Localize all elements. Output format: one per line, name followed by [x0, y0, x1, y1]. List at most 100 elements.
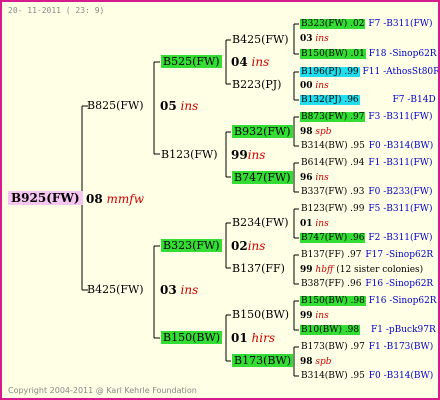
pedigree-frame: 20- 11-2011 ( 23: 9) B925(FW) 08 mmfw B8…	[2, 2, 438, 398]
g4-code-12: B123(FW) .99	[301, 204, 365, 214]
g4-right-6: F3 -B311(FW)	[368, 112, 433, 122]
g2-gen-0: 04	[231, 55, 248, 69]
g3-node-2[interactable]: B932(FW)	[232, 125, 293, 139]
g4-row-21[interactable]: B173(BW) .97 F1 -B173(BW)	[300, 341, 433, 353]
g4-gen-16: 99	[300, 265, 313, 275]
g1-mark-0: ins	[180, 99, 199, 113]
g3-node-7[interactable]: B173(BW)	[232, 354, 294, 368]
g4-code-17: B387(FF) .96	[301, 279, 362, 289]
g4-row-10: 96 ins	[300, 172, 329, 184]
g2-node-0[interactable]: B525(FW)	[161, 55, 222, 69]
g4-row-15[interactable]: B137(FF) .97 F17 -Sinop62R	[300, 249, 433, 261]
g4-gen-4: 00	[300, 81, 313, 91]
g4-code-15: B137(FF) .97	[301, 250, 362, 260]
g2-node-1[interactable]: B123(FW)	[161, 148, 218, 162]
g3-node-1[interactable]: B223(PJ)	[232, 78, 281, 92]
g4-note-16: (12 sister colonies)	[336, 265, 424, 275]
g4-code-20: B10(BW) .98	[300, 325, 361, 335]
g3-node-3[interactable]: B747(FW)	[232, 171, 293, 185]
g2-gen-label-2: 02ins	[231, 239, 265, 253]
g2-gen-3: 01	[231, 331, 248, 345]
g4-row-22: 98 spb	[300, 356, 332, 368]
g3-name-7: B173(BW)	[232, 354, 294, 367]
g4-code-8: B314(BW) .95	[301, 141, 365, 151]
g3-node-6[interactable]: B150(BW)	[232, 308, 289, 322]
g4-right-15: F17 -Sinop62R	[365, 250, 434, 260]
g4-mark-13: ins	[315, 219, 329, 229]
g4-code-9: B614(FW) .94	[301, 158, 365, 168]
g4-code-0: B323(FW) .02	[300, 19, 366, 29]
g4-code-21: B173(BW) .97	[301, 342, 365, 352]
copyright-footer: Copyright 2004-2011 @ Karl Kehrle Founda…	[8, 386, 197, 395]
g4-row-5[interactable]: B132(PJ) .96 F7 -B14D	[300, 94, 436, 106]
g4-gen-10: 96	[300, 173, 313, 183]
g4-mark-4: ins	[315, 81, 329, 91]
g3-node-4[interactable]: B234(FW)	[232, 216, 289, 230]
g4-mark-16: hbff	[315, 265, 334, 275]
g3-node-0[interactable]: B425(FW)	[232, 33, 289, 47]
g4-row-6[interactable]: B873(FW) .97 F3 -B311(FW)	[300, 111, 433, 123]
g2-mark-0: ins	[251, 55, 270, 69]
g4-row-17[interactable]: B387(FF) .96 F16 -Sinop62R	[300, 278, 433, 290]
g1-node-0[interactable]: B825(FW)	[87, 99, 144, 113]
g1-gen-0: 05	[160, 99, 177, 113]
g4-gen-13: 01	[300, 219, 313, 229]
g4-row-2[interactable]: B150(BW) .01 F18 -Sinop62R	[300, 48, 437, 60]
g2-gen-label-1: 99ins	[231, 148, 265, 162]
g4-row-9[interactable]: B614(FW) .94 F1 -B311(FW)	[300, 157, 433, 169]
g2-gen-label-0: 04 ins	[231, 55, 269, 69]
g4-right-9: F1 -B311(FW)	[368, 158, 433, 168]
g4-mark-10: ins	[315, 173, 329, 183]
g2-name-0: B525(FW)	[161, 55, 222, 68]
g4-code-6: B873(FW) .97	[300, 112, 366, 122]
g4-gen-1: 03	[300, 34, 313, 44]
g4-row-14[interactable]: B747(FW) .96 F2 -B311(FW)	[300, 232, 433, 244]
g4-gen-22: 98	[300, 357, 313, 367]
g4-mark-22: spb	[315, 357, 332, 367]
g4-right-20: F1 -pBuck97R	[371, 325, 436, 335]
root-gen: 08	[86, 192, 103, 206]
g4-row-3[interactable]: B196(PJ) .99 F11 -AthosSt80R	[300, 66, 438, 78]
g2-node-2[interactable]: B323(FW)	[161, 239, 222, 253]
g4-row-12[interactable]: B123(FW) .99 F5 -B311(FW)	[300, 203, 433, 215]
g4-row-8[interactable]: B314(BW) .95 F0 -B314(BW)	[300, 140, 433, 152]
g4-row-0[interactable]: B323(FW) .02 F7 -B311(FW)	[300, 18, 433, 30]
g4-row-1: 03 ins	[300, 33, 329, 45]
g4-code-18: B150(BW) .98	[300, 296, 366, 306]
g4-mark-1: ins	[315, 34, 329, 44]
g2-node-3[interactable]: B150(BW)	[161, 331, 223, 345]
g2-gen-2: 02	[231, 239, 248, 253]
g1-gen-1: 03	[160, 283, 177, 297]
g3-name-3: B747(FW)	[232, 171, 293, 184]
root-gen-label: 08 mmfw	[86, 192, 144, 206]
g4-row-18[interactable]: B150(BW) .98 F16 -Sinop62R	[300, 295, 437, 307]
g4-code-11: B337(FW) .93	[301, 187, 365, 197]
root-node[interactable]: B925(FW)	[8, 189, 83, 207]
g1-node-1[interactable]: B425(FW)	[87, 283, 144, 297]
g4-right-23: F0 -B314(BW)	[368, 371, 434, 381]
g2-mark-2: ins	[247, 239, 266, 253]
g4-right-8: F0 -B314(BW)	[368, 141, 434, 151]
g3-node-5[interactable]: B137(FF)	[232, 262, 285, 276]
g4-mark-19: ins	[315, 311, 329, 321]
g1-gen-label-1: 03 ins	[160, 283, 198, 297]
g4-row-23[interactable]: B314(BW) .95 F0 -B314(BW)	[300, 370, 433, 382]
g4-right-14: F2 -B311(FW)	[368, 233, 433, 243]
g4-row-11[interactable]: B337(FW) .93 F0 -B233(FW)	[300, 186, 433, 198]
g4-code-2: B150(BW) .01	[300, 49, 366, 59]
g4-right-12: F5 -B311(FW)	[368, 204, 433, 214]
g4-row-20[interactable]: B10(BW) .98 F1 -pBuck97R	[300, 324, 436, 336]
g2-gen-label-3: 01 hirs	[231, 331, 275, 345]
g2-mark-3: hirs	[251, 331, 275, 345]
g4-gen-19: 99	[300, 311, 313, 321]
g2-mark-1: ins	[247, 148, 266, 162]
g2-name-3: B150(BW)	[161, 331, 223, 344]
g4-gen-7: 98	[300, 127, 313, 137]
g4-mark-7: spb	[315, 127, 332, 137]
g4-code-5: B132(PJ) .96	[300, 95, 360, 105]
g4-right-5: F7 -B14D	[392, 95, 436, 105]
g3-name-2: B932(FW)	[232, 125, 293, 138]
g4-row-7: 98 spb	[300, 126, 332, 138]
g1-gen-label-0: 05 ins	[160, 99, 198, 113]
g4-row-19: 99 ins	[300, 310, 329, 322]
